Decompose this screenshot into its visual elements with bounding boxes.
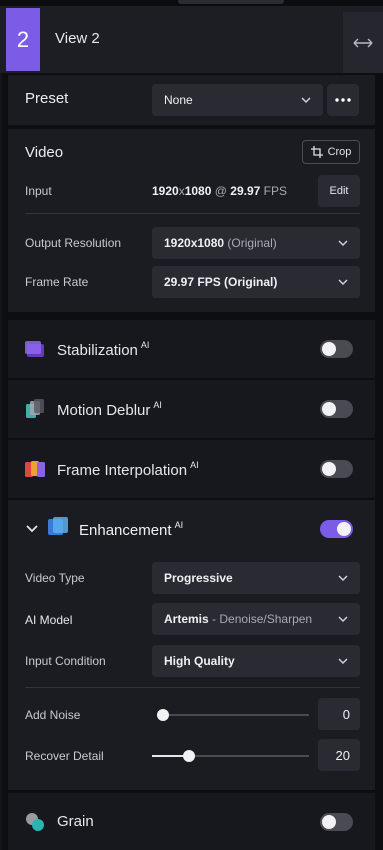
frame-interpolation-row[interactable]: Frame Interpolation AI xyxy=(8,440,375,498)
motion-deblur-toggle[interactable] xyxy=(320,400,353,418)
chevron-down-icon xyxy=(338,240,348,247)
video-type-value: Progressive xyxy=(164,571,233,585)
frame-rate-value: 29.97 FPS (Original) xyxy=(164,275,278,289)
stabilization-icon xyxy=(25,341,44,357)
add-noise-slider-thumb[interactable] xyxy=(157,709,169,721)
crop-button[interactable]: Crop xyxy=(302,140,360,164)
motion-deblur-label: Motion Deblur AI xyxy=(57,400,162,419)
preset-more-button[interactable] xyxy=(327,84,359,116)
motion-deblur-row[interactable]: Motion Deblur AI xyxy=(8,380,375,438)
frame-interpolation-label: Frame Interpolation AI xyxy=(57,460,199,479)
crop-icon xyxy=(310,146,323,158)
input-condition-value: High Quality xyxy=(164,654,235,668)
recover-detail-slider-thumb[interactable] xyxy=(183,750,196,762)
input-condition-dropdown[interactable]: High Quality xyxy=(152,645,360,677)
enhancement-icon xyxy=(48,517,68,535)
preset-dropdown[interactable]: None xyxy=(152,84,323,116)
crop-label: Crop xyxy=(327,146,352,158)
frame-interpolation-toggle[interactable] xyxy=(320,460,353,478)
more-dots-icon xyxy=(335,98,351,102)
preset-label: Preset xyxy=(25,90,69,107)
ai-model-label: AI Model xyxy=(25,613,73,627)
window-grip[interactable] xyxy=(178,0,284,4)
chevron-down-icon[interactable] xyxy=(25,522,39,536)
recover-detail-label: Recover Detail xyxy=(25,749,104,763)
input-label: Input xyxy=(25,184,52,198)
grain-label: Grain xyxy=(57,813,94,830)
chevron-down-icon xyxy=(301,97,311,104)
grain-toggle[interactable] xyxy=(320,813,353,831)
stabilization-toggle[interactable] xyxy=(320,340,353,358)
view-number-badge[interactable]: 2 xyxy=(6,8,40,71)
frame-interpolation-icon xyxy=(25,461,45,477)
horizontal-arrows-icon xyxy=(353,38,373,47)
grain-row[interactable]: Grain xyxy=(8,793,375,850)
recover-detail-slider[interactable] xyxy=(152,749,309,763)
left-edge xyxy=(0,73,2,850)
input-value: 1920x1080 @ 29.97 FPS xyxy=(152,184,287,198)
chevron-down-icon xyxy=(338,658,348,665)
video-section-title: Video xyxy=(25,144,64,161)
add-noise-input[interactable]: 0 xyxy=(318,698,360,730)
stabilization-row[interactable]: Stabilization AI xyxy=(8,320,375,378)
chevron-down-icon xyxy=(338,616,348,623)
view-title: View 2 xyxy=(55,30,100,47)
preset-value: None xyxy=(164,93,193,107)
recover-detail-input[interactable]: 20 xyxy=(318,739,360,771)
motion-deblur-icon xyxy=(26,399,44,418)
frame-rate-label: Frame Rate xyxy=(25,275,89,289)
chevron-down-icon xyxy=(338,279,348,286)
frame-rate-dropdown[interactable]: 29.97 FPS (Original) xyxy=(152,266,360,298)
edit-input-button[interactable]: Edit xyxy=(318,175,360,207)
output-resolution-dropdown[interactable]: 1920x1080 (Original) xyxy=(152,227,360,259)
video-type-dropdown[interactable]: Progressive xyxy=(152,562,360,594)
grain-icon xyxy=(26,813,44,831)
enhancement-divider xyxy=(25,687,360,688)
stabilization-label: Stabilization AI xyxy=(57,340,150,359)
add-noise-slider[interactable] xyxy=(157,708,309,722)
expand-button[interactable] xyxy=(343,12,383,73)
input-condition-label: Input Condition xyxy=(25,654,106,668)
output-resolution-label: Output Resolution xyxy=(25,236,122,250)
video-type-label: Video Type xyxy=(25,571,85,585)
ai-model-dropdown[interactable]: Artemis - Denoise/Sharpen xyxy=(152,603,360,635)
add-noise-label: Add Noise xyxy=(25,708,81,722)
view-header: 2 View 2 xyxy=(0,6,383,73)
enhancement-toggle[interactable] xyxy=(320,520,353,538)
chevron-down-icon xyxy=(338,575,348,582)
video-divider xyxy=(25,213,360,214)
enhancement-label: Enhancement AI xyxy=(79,520,184,539)
